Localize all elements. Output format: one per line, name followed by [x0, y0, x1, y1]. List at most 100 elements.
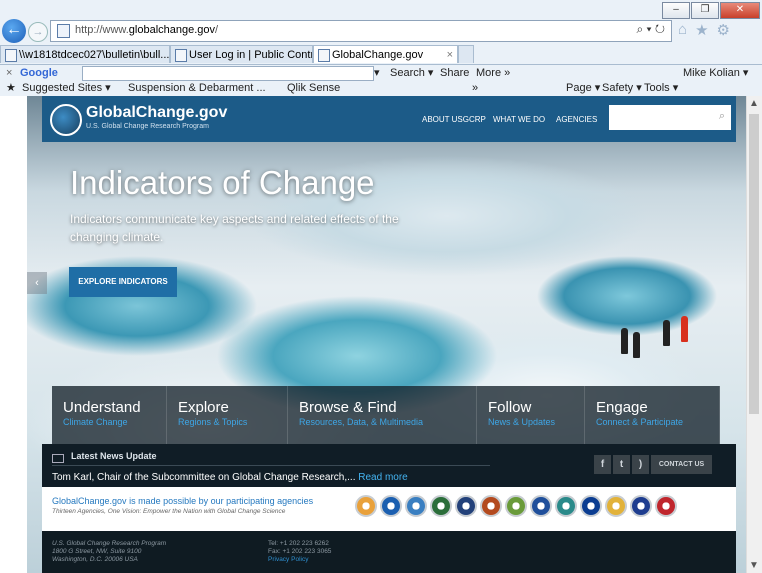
agency-seal-icon[interactable]: [655, 495, 677, 517]
agency-seal-icon[interactable]: [480, 495, 502, 517]
agency-seal-icon[interactable]: [555, 495, 577, 517]
category-understand[interactable]: Understand Climate Change: [52, 386, 167, 444]
close-tab-button[interactable]: ×: [447, 46, 453, 63]
restore-button[interactable]: ❐: [691, 2, 719, 19]
vertical-scrollbar[interactable]: ▲ ▼: [746, 96, 762, 573]
agency-seal-icon[interactable]: [580, 495, 602, 517]
close-window-button[interactable]: ✕: [720, 2, 760, 19]
web-page: GlobalChange.gov U.S. Global Change Rese…: [27, 96, 747, 573]
agency-seal-icon[interactable]: [505, 495, 527, 517]
site-subtitle: U.S. Global Change Research Program: [86, 123, 209, 130]
minimize-button[interactable]: –: [662, 2, 690, 19]
hero-figures: [619, 314, 699, 360]
news-divider: [52, 465, 490, 466]
address-bar[interactable]: http://www.globalchange.gov/ ⌕ ▾ ↻: [50, 20, 672, 42]
address-url[interactable]: http://www.globalchange.gov/: [75, 24, 218, 36]
hero-title: Indicators of Change: [70, 164, 375, 201]
google-logo: Google: [20, 67, 58, 79]
agency-seal-icon[interactable]: [430, 495, 452, 517]
agency-seals: [355, 495, 677, 517]
agency-seal-icon[interactable]: [405, 495, 427, 517]
site-search-input[interactable]: ⌕: [609, 105, 731, 130]
tab-bulletin[interactable]: \\w1818tdcec027\bulletin\bull...: [0, 45, 170, 63]
nav-what-we-do[interactable]: WHAT WE DO: [493, 115, 545, 124]
page-left-margin: [0, 96, 27, 573]
home-icon[interactable]: ⌂: [678, 21, 687, 39]
footer-address: U.S. Global Change Research Program 1800…: [52, 540, 167, 563]
page-menu[interactable]: Page ▾: [566, 80, 600, 96]
search-refresh-icons[interactable]: ⌕ ▾ ↻: [636, 22, 665, 37]
category-browse-find[interactable]: Browse & Find Resources, Data, & Multime…: [288, 386, 477, 444]
contact-us-button[interactable]: CONTACT US: [651, 455, 712, 474]
agency-seal-icon[interactable]: [455, 495, 477, 517]
safety-menu[interactable]: Safety ▾: [602, 80, 642, 96]
rss-icon[interactable]: ): [632, 455, 649, 474]
qlik-sense-link[interactable]: Qlik Sense: [287, 80, 340, 96]
category-explore[interactable]: Explore Regions & Topics: [167, 386, 288, 444]
navigation-bar: ← → http://www.globalchange.gov/ ⌕ ▾ ↻ ⌂…: [0, 18, 762, 44]
favorites-bar: ★ Suggested Sites ▾ Suspension & Debarme…: [0, 80, 762, 96]
close-toolbar-button[interactable]: ×: [6, 65, 12, 81]
news-heading: Latest News Update: [71, 451, 157, 461]
tab-globalchange[interactable]: GlobalChange.gov ×: [313, 45, 458, 63]
back-button[interactable]: ←: [2, 19, 26, 43]
google-search-input[interactable]: [82, 66, 374, 81]
hero-description: Indicators communicate key aspects and r…: [70, 212, 399, 244]
read-more-link[interactable]: Read more: [358, 472, 407, 483]
scroll-down-arrow[interactable]: ▼: [749, 560, 759, 571]
gear-icon[interactable]: ⚙: [717, 21, 730, 39]
agency-seal-icon[interactable]: [380, 495, 402, 517]
favorites-star-icon[interactable]: ★: [6, 80, 16, 96]
category-engage[interactable]: Engage Connect & Participate: [585, 386, 720, 444]
browser-chrome: – ❐ ✕ ← → http://www.globalchange.gov/ ⌕…: [0, 0, 762, 96]
google-more-button[interactable]: More »: [476, 65, 510, 81]
agency-seal-icon[interactable]: [355, 495, 377, 517]
google-user-menu[interactable]: Mike Kolian ▾: [683, 65, 748, 81]
agencies-title: GlobalChange.gov is made possible by our…: [52, 496, 314, 506]
globe-logo-icon[interactable]: [50, 104, 82, 136]
tools-menu[interactable]: Tools ▾: [644, 80, 678, 96]
suspension-debarment-link[interactable]: Suspension & Debarment ...: [128, 80, 266, 96]
site-name[interactable]: GlobalChange.gov: [86, 104, 227, 122]
page-icon: [318, 49, 330, 62]
google-search-button[interactable]: Search ▾: [390, 65, 433, 81]
tab-bar: \\w1818tdcec027\bulletin\bull... User Lo…: [0, 44, 762, 65]
twitter-icon[interactable]: t: [613, 455, 630, 474]
agency-seal-icon[interactable]: [630, 495, 652, 517]
scroll-thumb[interactable]: [749, 114, 759, 414]
facebook-icon[interactable]: f: [594, 455, 611, 474]
new-tab-button[interactable]: [458, 45, 474, 63]
google-toolbar: × Google ▾ Search ▾ Share More » Mike Ko…: [0, 65, 762, 81]
agency-seal-icon[interactable]: [530, 495, 552, 517]
newspaper-icon: [52, 454, 64, 463]
page-icon: [175, 49, 187, 62]
site-header: GlobalChange.gov U.S. Global Change Rese…: [42, 96, 736, 142]
carousel-prev-arrow[interactable]: ‹: [27, 272, 47, 294]
page-icon: [57, 24, 70, 38]
news-strip: Latest News Update Tom Karl, Chair of th…: [42, 444, 736, 487]
explore-indicators-button[interactable]: EXPLORE INDICATORS: [69, 267, 177, 297]
news-text: Tom Karl, Chair of the Subcommittee on G…: [52, 472, 408, 483]
suggested-sites-link[interactable]: Suggested Sites ▾: [22, 80, 111, 96]
google-dropdown-icon[interactable]: ▾: [374, 65, 380, 81]
globalchange-link[interactable]: GlobalChange.gov: [52, 496, 127, 506]
social-links: f t ) CONTACT US: [594, 455, 712, 474]
favorites-star-icon[interactable]: ★: [695, 21, 708, 39]
footer-contact: Tel: +1 202 223 6262 Fax: +1 202 223 306…: [268, 540, 332, 564]
favorites-overflow-chevron[interactable]: »: [472, 80, 478, 96]
privacy-policy-link[interactable]: Privacy Policy: [268, 556, 331, 564]
title-bar: – ❐ ✕: [0, 0, 762, 20]
tab-user-login[interactable]: User Log in | Public Contributi...: [170, 45, 313, 63]
google-share-button[interactable]: Share: [440, 65, 469, 81]
agency-seal-icon[interactable]: [605, 495, 627, 517]
agencies-subtitle: Thirteen Agencies, One Vision: Empower t…: [52, 508, 286, 515]
category-follow[interactable]: Follow News & Updates: [477, 386, 585, 444]
scroll-up-arrow[interactable]: ▲: [749, 98, 759, 109]
site-footer: U.S. Global Change Research Program 1800…: [42, 531, 736, 573]
nav-agencies[interactable]: AGENCIES: [556, 115, 597, 124]
forward-button[interactable]: →: [28, 22, 48, 42]
ie-icon: [5, 49, 17, 62]
search-icon[interactable]: ⌕: [719, 110, 725, 123]
nav-about[interactable]: ABOUT USGCRP: [422, 115, 486, 124]
agencies-bar: GlobalChange.gov is made possible by our…: [42, 487, 736, 531]
